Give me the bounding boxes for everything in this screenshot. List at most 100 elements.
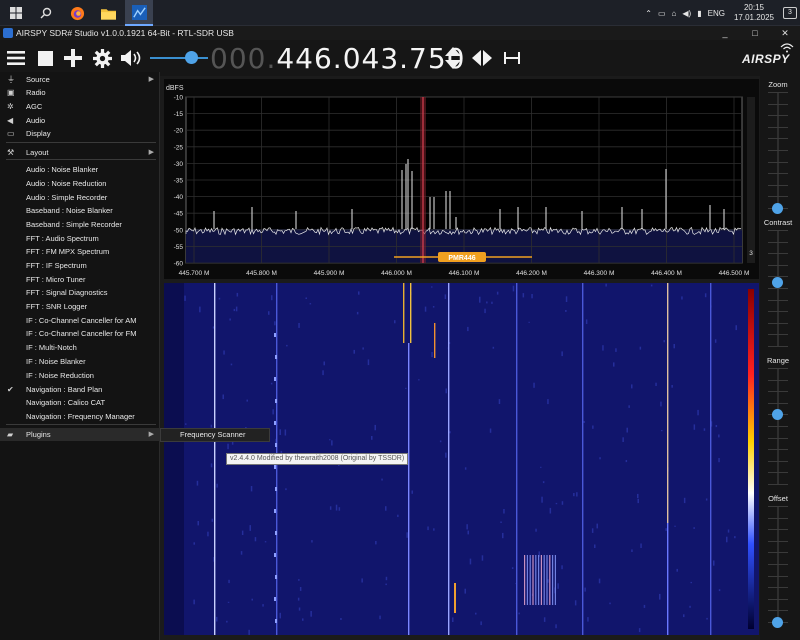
- file-explorer-icon[interactable]: [94, 0, 122, 26]
- language-indicator[interactable]: ENG: [708, 9, 725, 18]
- menu-item-baseband-noise-blanker[interactable]: Baseband : Noise Blanker: [0, 204, 160, 217]
- add-icon[interactable]: [61, 46, 85, 70]
- waterfall-speckle: [661, 430, 663, 432]
- waterfall-dot: [275, 531, 277, 535]
- menu-item-label: IF : Noise Reduction: [26, 371, 94, 380]
- hamburger-menu-icon[interactable]: [4, 46, 28, 70]
- volume-slider-knob[interactable]: [185, 51, 199, 64]
- frequency-value[interactable]: 446.043.750: [276, 42, 465, 75]
- speaker-mute-icon[interactable]: [119, 46, 143, 70]
- menu-item-fft-fm-mpx-spectrum[interactable]: FFT : FM MPX Spectrum: [0, 245, 160, 258]
- waterfall-dot: [274, 421, 276, 425]
- menu-item-plugins[interactable]: ▰ Plugins ▶: [0, 428, 160, 441]
- spectrum-analyzer[interactable]: -10 -15 -20 -25 -30 -35 -40 -45 -50 -55 -60 445.700…: [164, 79, 759, 279]
- slider-tick: [768, 299, 788, 301]
- firefox-icon[interactable]: [63, 0, 91, 26]
- waterfall-speckle: [371, 436, 373, 440]
- gear-icon[interactable]: [90, 46, 114, 70]
- menu-item-if-multi-notch[interactable]: IF : Multi-Notch: [0, 341, 160, 354]
- menu-item-audio-simple-recorder[interactable]: Audio : Simple Recorder: [0, 191, 160, 204]
- waterfall-speckle: [210, 463, 213, 468]
- menu-item-navigation-band-plan[interactable]: ✔ Navigation : Band Plan: [0, 383, 160, 396]
- y-tick-label: -50: [174, 227, 184, 234]
- menu-item-audio-noise-reduction[interactable]: Audio : Noise Reduction: [0, 177, 160, 190]
- menu-item-display[interactable]: ▭ Display: [0, 127, 160, 140]
- waterfall-speckle: [444, 294, 447, 299]
- menu-item-if-co-channel-canceller-for-fm[interactable]: IF : Co-Channel Canceller for FM: [0, 327, 160, 340]
- slider-tick: [768, 564, 788, 565]
- slider-tick: [768, 288, 788, 289]
- menu-item-navigation-calico-cat[interactable]: Navigation : Calico CAT: [0, 396, 160, 409]
- waterfall-burst: [535, 555, 537, 605]
- slider-tick: [768, 529, 788, 531]
- menu-item-fft-audio-spectrum[interactable]: FFT : Audio Spectrum: [0, 232, 160, 245]
- frequency-step-up-down-icon[interactable]: [441, 46, 465, 70]
- offset-slider-knob[interactable]: [772, 617, 783, 628]
- volume-slider-track[interactable]: [150, 57, 208, 59]
- app-icon: [3, 28, 13, 38]
- waterfall-speckle: [715, 425, 718, 428]
- taskbar: ⌃ ▭ ⌂ ◀) ▮ ENG 20:15 17.01.2025 3: [0, 0, 800, 26]
- menu-item-audio-noise-blanker[interactable]: Audio : Noise Blanker: [0, 163, 160, 176]
- waterfall-speckle: [464, 467, 467, 470]
- bandwidth-icon[interactable]: [500, 46, 524, 70]
- windows-icon[interactable]: [2, 0, 30, 26]
- waterfall-speckle: [561, 565, 563, 570]
- waterfall-signal-trace: [214, 283, 216, 635]
- menu-item-source[interactable]: ⏚ Source ▶: [0, 73, 160, 86]
- spectrum-plot[interactable]: -10 -15 -20 -25 -30 -35 -40 -45 -50 -55 -60 445.700…: [164, 79, 759, 279]
- waterfall-speckle: [628, 405, 630, 408]
- stop-icon[interactable]: [33, 46, 57, 70]
- clock[interactable]: 20:15 17.01.2025: [734, 3, 774, 23]
- waterfall-speckle: [637, 498, 639, 504]
- waterfall-speckle: [605, 283, 607, 287]
- waterfall-burst: [540, 555, 542, 605]
- search-icon[interactable]: [32, 0, 60, 26]
- menu-item-baseband-simple-recorder[interactable]: Baseband : Simple Recorder: [0, 218, 160, 231]
- waterfall-speckle: [431, 352, 433, 358]
- frequency-step-left-right-icon[interactable]: [470, 46, 494, 70]
- menu-item-layout[interactable]: ⚒ Layout ▶: [0, 146, 160, 159]
- waterfall-speckle: [718, 458, 720, 463]
- x-tick-label: 446.500 M: [719, 270, 750, 277]
- close-button[interactable]: ✕: [770, 26, 800, 40]
- menu-item-fft-snr-logger[interactable]: FFT : SNR Logger: [0, 300, 160, 313]
- menu-item-navigation-frequency-manager[interactable]: Navigation : Frequency Manager: [0, 410, 160, 423]
- contrast-slider-knob[interactable]: [772, 277, 783, 289]
- frequency-display[interactable]: 000.446.043.750: [210, 42, 465, 75]
- menu-item-if-co-channel-canceller-for-am[interactable]: IF : Co-Channel Canceller for AM: [0, 314, 160, 327]
- slider-tick: [768, 472, 788, 474]
- sdr-sharp-icon[interactable]: [125, 0, 153, 26]
- waterfall-speckle: [299, 587, 302, 591]
- maximize-button[interactable]: □: [740, 26, 770, 40]
- display-icon[interactable]: ▭: [658, 9, 666, 18]
- range-slider-knob[interactable]: [772, 409, 783, 421]
- waterfall-speckle: [248, 629, 250, 635]
- volume-icon[interactable]: ◀): [682, 9, 691, 18]
- waterfall-speckle: [329, 439, 331, 441]
- waterfall-speckle: [574, 600, 577, 606]
- menu-item-radio[interactable]: ▣ Radio: [0, 86, 160, 99]
- menu-item-fft-if-spectrum[interactable]: FFT : IF Spectrum: [0, 259, 160, 272]
- waterfall-speckle: [227, 443, 229, 450]
- menu-item-audio[interactable]: ◀ Audio: [0, 114, 160, 127]
- waterfall-speckle: [375, 541, 377, 545]
- waterfall-speckle: [533, 382, 535, 388]
- slider-tick: [768, 426, 788, 427]
- spectrum-scale-strip[interactable]: [747, 97, 755, 263]
- notifications-icon[interactable]: 3: [783, 7, 797, 19]
- menu-item-fft-micro-tuner[interactable]: FFT : Micro Tuner: [0, 273, 160, 286]
- band-plan-label: PMR446: [448, 255, 475, 262]
- network-icon[interactable]: ⌂: [672, 9, 677, 18]
- waterfall-speckle: [703, 428, 706, 431]
- menu-item-if-noise-blanker[interactable]: IF : Noise Blanker: [0, 355, 160, 368]
- chevron-up-icon[interactable]: ⌃: [645, 9, 652, 18]
- submenu-frequency-scanner[interactable]: Frequency Scanner: [160, 428, 270, 442]
- minimize-button[interactable]: _: [710, 26, 740, 40]
- waterfall-speckle: [486, 301, 488, 304]
- menu-item-agc[interactable]: ✲ AGC: [0, 100, 160, 113]
- battery-icon[interactable]: ▮: [697, 9, 701, 18]
- menu-item-if-noise-reduction[interactable]: IF : Noise Reduction: [0, 369, 160, 382]
- zoom-slider-knob[interactable]: [772, 203, 783, 214]
- menu-item-fft-signal-diagnostics[interactable]: FFT : Signal Diagnostics: [0, 286, 160, 299]
